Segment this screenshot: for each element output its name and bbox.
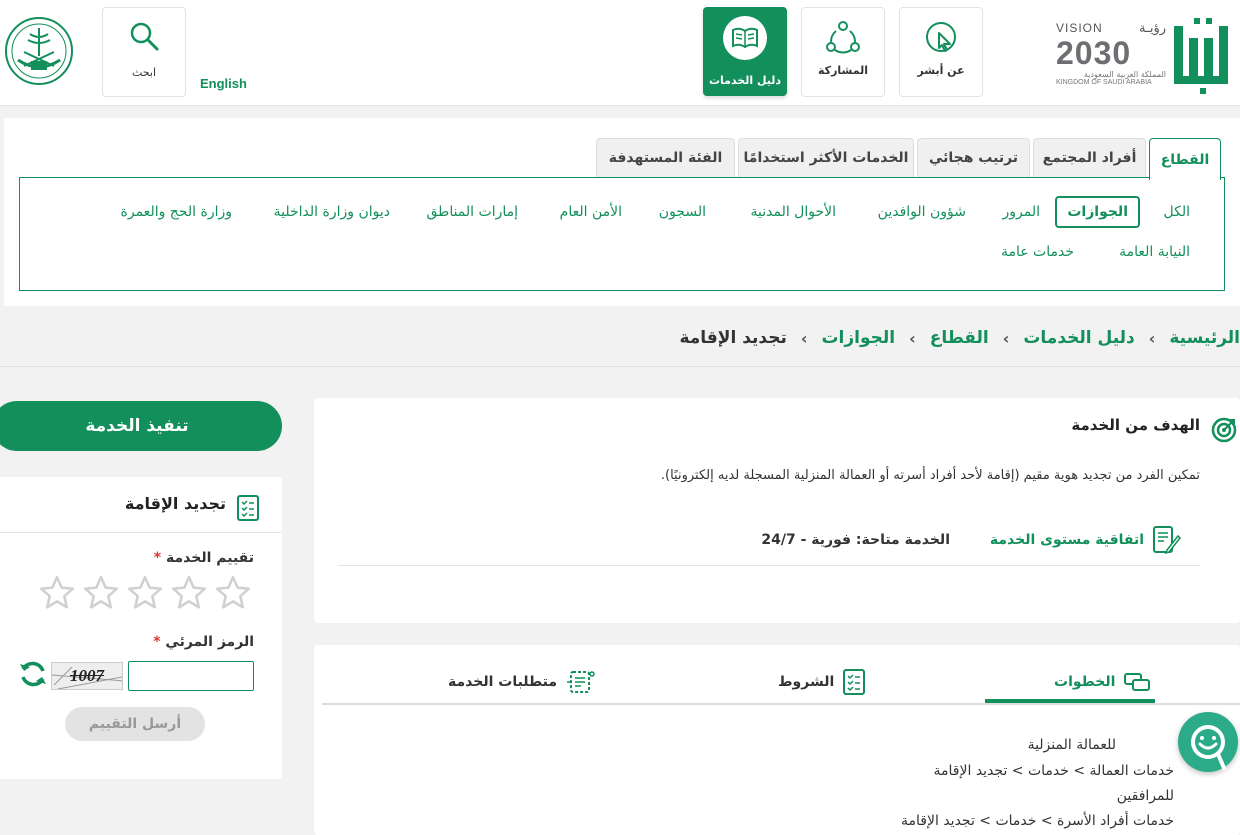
breadcrumb-separator: › xyxy=(800,328,808,348)
search-label: ابحث xyxy=(131,66,157,79)
rating-label-text: تقييم الخدمة xyxy=(165,550,254,566)
nav-label: دليل الخدمات xyxy=(708,74,782,87)
tab-steps[interactable]: الخطوات xyxy=(1054,662,1151,702)
step-path: خدمات أفراد الأسرة > خدمات > تجديد الإقا… xyxy=(901,813,1174,829)
sector-chip-hajj[interactable]: وزارة الحج والعمرة xyxy=(121,204,232,220)
search-icon xyxy=(128,20,160,52)
divider xyxy=(338,565,1200,566)
vision-2030-logo: VISION رؤيـة 2030 المملكة العربية السعود… xyxy=(1056,20,1166,96)
vision-kingdom-ar: المملكة العربية السعودية xyxy=(1083,70,1166,79)
language-switch[interactable]: English xyxy=(200,76,247,91)
step-path: خدمات العمالة > خدمات > تجديد الإقامة xyxy=(933,763,1174,779)
steps-icon xyxy=(1123,671,1151,693)
absher-logo[interactable] xyxy=(1172,18,1234,96)
captcha-label-text: الرمز المرئي xyxy=(165,634,254,650)
tab-most-used[interactable]: الخدمات الأكثر استخدامًا xyxy=(738,138,914,177)
sector-chip-prosecution[interactable]: النيابة العامة xyxy=(1119,244,1190,260)
tab-alphabetical[interactable]: ترتيب هجائي xyxy=(917,138,1030,177)
divider xyxy=(0,366,1240,367)
required-mark: * xyxy=(153,550,162,566)
rating-service-name: تجديد الإقامة xyxy=(124,494,226,513)
breadcrumb-home[interactable]: الرئيسية xyxy=(1169,328,1240,348)
star-icon[interactable] xyxy=(82,574,120,612)
breadcrumb-separator: › xyxy=(1002,328,1010,348)
tab-community[interactable]: أفراد المجتمع xyxy=(1033,138,1146,177)
goal-title: الهدف من الخدمة xyxy=(1071,416,1200,434)
tab-conditions-label: الشروط xyxy=(778,674,835,690)
sector-chip-all[interactable]: الكل xyxy=(1164,204,1191,220)
refresh-icon[interactable] xyxy=(18,659,48,689)
sector-chip-passports[interactable]: الجوازات xyxy=(1055,196,1140,228)
checklist-icon xyxy=(236,494,260,522)
search-button[interactable]: ابحث xyxy=(102,7,186,97)
captcha-label: الرمز المرئي * xyxy=(153,634,254,650)
submit-rating-button[interactable]: أرسل التقييم xyxy=(65,707,205,741)
cursor-icon xyxy=(924,20,958,54)
breadcrumb-separator: › xyxy=(1148,328,1156,348)
availability: الخدمة متاحة: فورية - 24/7 xyxy=(761,532,950,548)
sector-chip-public-security[interactable]: الأمن العام xyxy=(560,204,622,220)
checklist-icon xyxy=(842,668,866,696)
star-icon[interactable] xyxy=(214,574,252,612)
sla-link[interactable]: اتفاقية مستوى الخدمة xyxy=(990,532,1144,548)
step-heading: للمرافقين xyxy=(1116,788,1174,804)
sector-chip-expat-affairs[interactable]: شؤون الوافدين xyxy=(878,204,966,220)
nav-label: المشاركة xyxy=(818,64,868,77)
star-icon[interactable] xyxy=(126,574,164,612)
tab-target-group[interactable]: الفئة المستهدفة xyxy=(596,138,735,177)
availability-label: الخدمة متاحة: xyxy=(855,532,950,548)
required-mark: * xyxy=(153,634,161,650)
captcha-image: 1007 xyxy=(51,662,123,690)
captcha-text: 1007 xyxy=(70,666,104,685)
sector-chip-general-services[interactable]: خدمات عامة xyxy=(1001,244,1074,260)
nav-label: عن أبشر xyxy=(917,64,965,77)
tab-sector[interactable]: القطاع xyxy=(1149,138,1221,180)
vision-year: 2030 xyxy=(1056,35,1132,71)
availability-value: فورية - 24/7 xyxy=(761,532,852,548)
tab-steps-label: الخطوات xyxy=(1054,674,1116,690)
sector-chip-moi-diwan[interactable]: ديوان وزارة الداخلية xyxy=(274,204,390,220)
goal-description: تمكين الفرد من تجديد هوية مقيم (إقامة لأ… xyxy=(660,468,1200,483)
breadcrumb-sector[interactable]: القطاع xyxy=(930,328,989,348)
contract-icon xyxy=(1151,524,1181,556)
star-icon[interactable] xyxy=(38,574,76,612)
star-icon[interactable] xyxy=(170,574,208,612)
sector-chip-traffic[interactable]: المرور xyxy=(1003,204,1041,220)
share-icon xyxy=(825,20,861,54)
sector-chip-regions[interactable]: إمارات المناطق xyxy=(427,204,519,220)
breadcrumb-current: تجديد الإقامة xyxy=(679,328,787,348)
documents-icon xyxy=(565,668,597,696)
chat-assistant-button[interactable] xyxy=(1178,712,1238,772)
divider xyxy=(322,703,1240,705)
vision-label: VISION xyxy=(1056,21,1103,35)
sector-panel xyxy=(19,177,1225,291)
sector-chip-civil-affairs[interactable]: الأحوال المدنية xyxy=(751,204,837,220)
tab-conditions[interactable]: الشروط xyxy=(778,662,866,702)
ministry-emblem xyxy=(4,16,74,86)
tab-requirements[interactable]: متطلبات الخدمة xyxy=(448,662,597,702)
breadcrumb-services-guide[interactable]: دليل الخدمات xyxy=(1023,328,1134,348)
target-icon xyxy=(1210,416,1238,444)
captcha-input[interactable] xyxy=(128,661,254,691)
breadcrumb: الرئيسية › دليل الخدمات › القطاع › الجوا… xyxy=(679,328,1240,348)
book-icon xyxy=(723,16,767,60)
site-header xyxy=(0,0,1240,106)
nav-participation[interactable]: المشاركة xyxy=(801,7,885,97)
nav-services-guide[interactable]: دليل الخدمات xyxy=(703,7,787,96)
chatbot-icon xyxy=(1186,720,1230,774)
tab-requirements-label: متطلبات الخدمة xyxy=(448,674,558,690)
nav-about-absher[interactable]: عن أبشر xyxy=(899,7,983,97)
step-heading: للعمالة المنزلية xyxy=(1027,737,1116,753)
rating-label: تقييم الخدمة * xyxy=(154,550,254,566)
breadcrumb-passports[interactable]: الجوازات xyxy=(821,328,895,348)
sector-chip-prisons[interactable]: السجون xyxy=(659,204,706,220)
divider xyxy=(0,532,282,533)
execute-service-button[interactable]: تنفيذ الخدمة xyxy=(0,401,282,451)
star-rating xyxy=(38,574,252,612)
vision-label-ar: رؤيـة xyxy=(1139,20,1166,35)
vision-kingdom-en: KINGDOM OF SAUDI ARABIA xyxy=(1056,79,1152,86)
breadcrumb-separator: › xyxy=(909,328,916,348)
